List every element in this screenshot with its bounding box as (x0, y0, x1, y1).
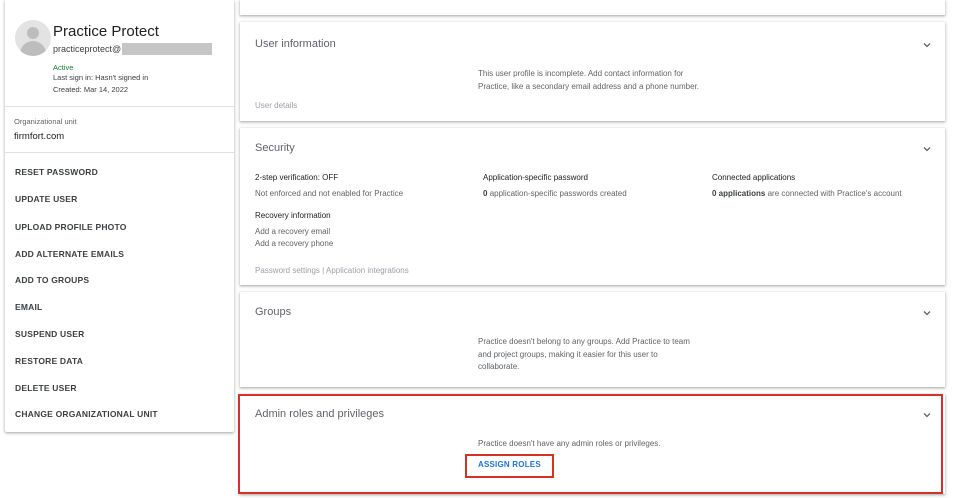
restore-data-button[interactable]: RESTORE DATA (15, 356, 83, 366)
connected-apps-status: 0 applications are connected with Practi… (712, 189, 902, 198)
recovery-heading[interactable]: Recovery information (255, 211, 331, 220)
user-information-card[interactable]: User information This user profile is in… (240, 22, 945, 121)
chevron-down-icon[interactable] (922, 410, 932, 420)
add-recovery-email-link[interactable]: Add a recovery email (255, 227, 330, 236)
add-to-groups-button[interactable]: ADD TO GROUPS (15, 275, 89, 285)
org-unit-value: firmfort.com (14, 131, 65, 142)
app-password-heading[interactable]: Application-specific password (483, 173, 588, 182)
app-password-count: 0 (483, 189, 488, 198)
app-password-status: 0 application-specific passwords created (483, 189, 627, 198)
two-step-status: Not enforced and not enabled for Practic… (255, 189, 404, 198)
security-title: Security (255, 142, 295, 154)
suspend-user-button[interactable]: SUSPEND USER (15, 329, 84, 339)
upload-profile-photo-button[interactable]: UPLOAD PROFILE PHOTO (15, 222, 127, 232)
admin-roles-title: Admin roles and privileges (255, 408, 385, 420)
user-information-description: This user profile is incomplete. Add con… (478, 68, 699, 93)
previous-section-card (240, 0, 945, 15)
add-recovery-phone-link[interactable]: Add a recovery phone (255, 239, 333, 248)
avatar[interactable] (15, 20, 51, 56)
created-date: Created: Mar 14, 2022 (53, 85, 129, 94)
last-sign-in: Last sign in: Hasn't signed in (53, 73, 149, 82)
divider (5, 106, 234, 107)
connected-apps-count: 0 applications (712, 189, 766, 198)
avatar-body-shape (20, 41, 46, 56)
user-details-link[interactable]: User details (255, 101, 297, 110)
app-password-text: application-specific passwords created (489, 189, 627, 198)
status-badge: Active (53, 63, 74, 72)
chevron-down-icon[interactable] (922, 308, 932, 318)
user-email: practiceprotect@ (53, 43, 213, 55)
user-email-text: practiceprotect@ (53, 44, 122, 54)
description-line: collaborate. (478, 362, 520, 371)
delete-user-button[interactable]: DELETE USER (15, 383, 77, 393)
change-organizational-unit-button[interactable]: CHANGE ORGANIZATIONAL UNIT (15, 409, 158, 419)
org-unit-label: Organizational unit (14, 117, 77, 126)
groups-card[interactable]: Groups Practice doesn't belong to any gr… (240, 292, 945, 387)
groups-description: Practice doesn't belong to any groups. A… (478, 336, 690, 374)
reset-password-button[interactable]: RESET PASSWORD (15, 167, 98, 177)
assign-roles-button[interactable]: ASSIGN ROLES (478, 460, 541, 469)
user-summary-card: Practice Protect practiceprotect@ Active… (5, 0, 234, 432)
description-line: Practice doesn't belong to any groups. A… (478, 337, 690, 346)
admin-roles-card[interactable]: Admin roles and privileges Practice does… (240, 394, 945, 494)
connected-apps-text: are connected with Practice's account (767, 189, 902, 198)
avatar-head-shape (27, 27, 39, 39)
description-line: and project groups, making it easier for… (478, 349, 658, 359)
add-alternate-emails-button[interactable]: ADD ALTERNATE EMAILS (15, 249, 124, 259)
description-line: Practice, like a secondary email address… (478, 81, 700, 91)
admin-roles-description: Practice doesn't have any admin roles or… (478, 439, 661, 448)
security-card[interactable]: Security 2-step verification: OFF Not en… (240, 128, 945, 285)
two-step-heading[interactable]: 2-step verification: OFF (255, 173, 338, 182)
user-name: Practice Protect (53, 23, 159, 40)
user-information-title: User information (255, 38, 336, 50)
divider (5, 152, 234, 153)
update-user-button[interactable]: UPDATE USER (15, 194, 78, 204)
chevron-down-icon[interactable] (922, 40, 932, 50)
description-line: This user profile is incomplete. Add con… (478, 69, 684, 78)
email-button[interactable]: EMAIL (15, 302, 42, 312)
security-footer-links[interactable]: Password settings | Application integrat… (255, 266, 409, 275)
email-redaction-bar (122, 43, 213, 55)
connected-apps-heading[interactable]: Connected applications (712, 173, 795, 182)
groups-title: Groups (255, 306, 292, 318)
chevron-down-icon[interactable] (922, 144, 932, 154)
